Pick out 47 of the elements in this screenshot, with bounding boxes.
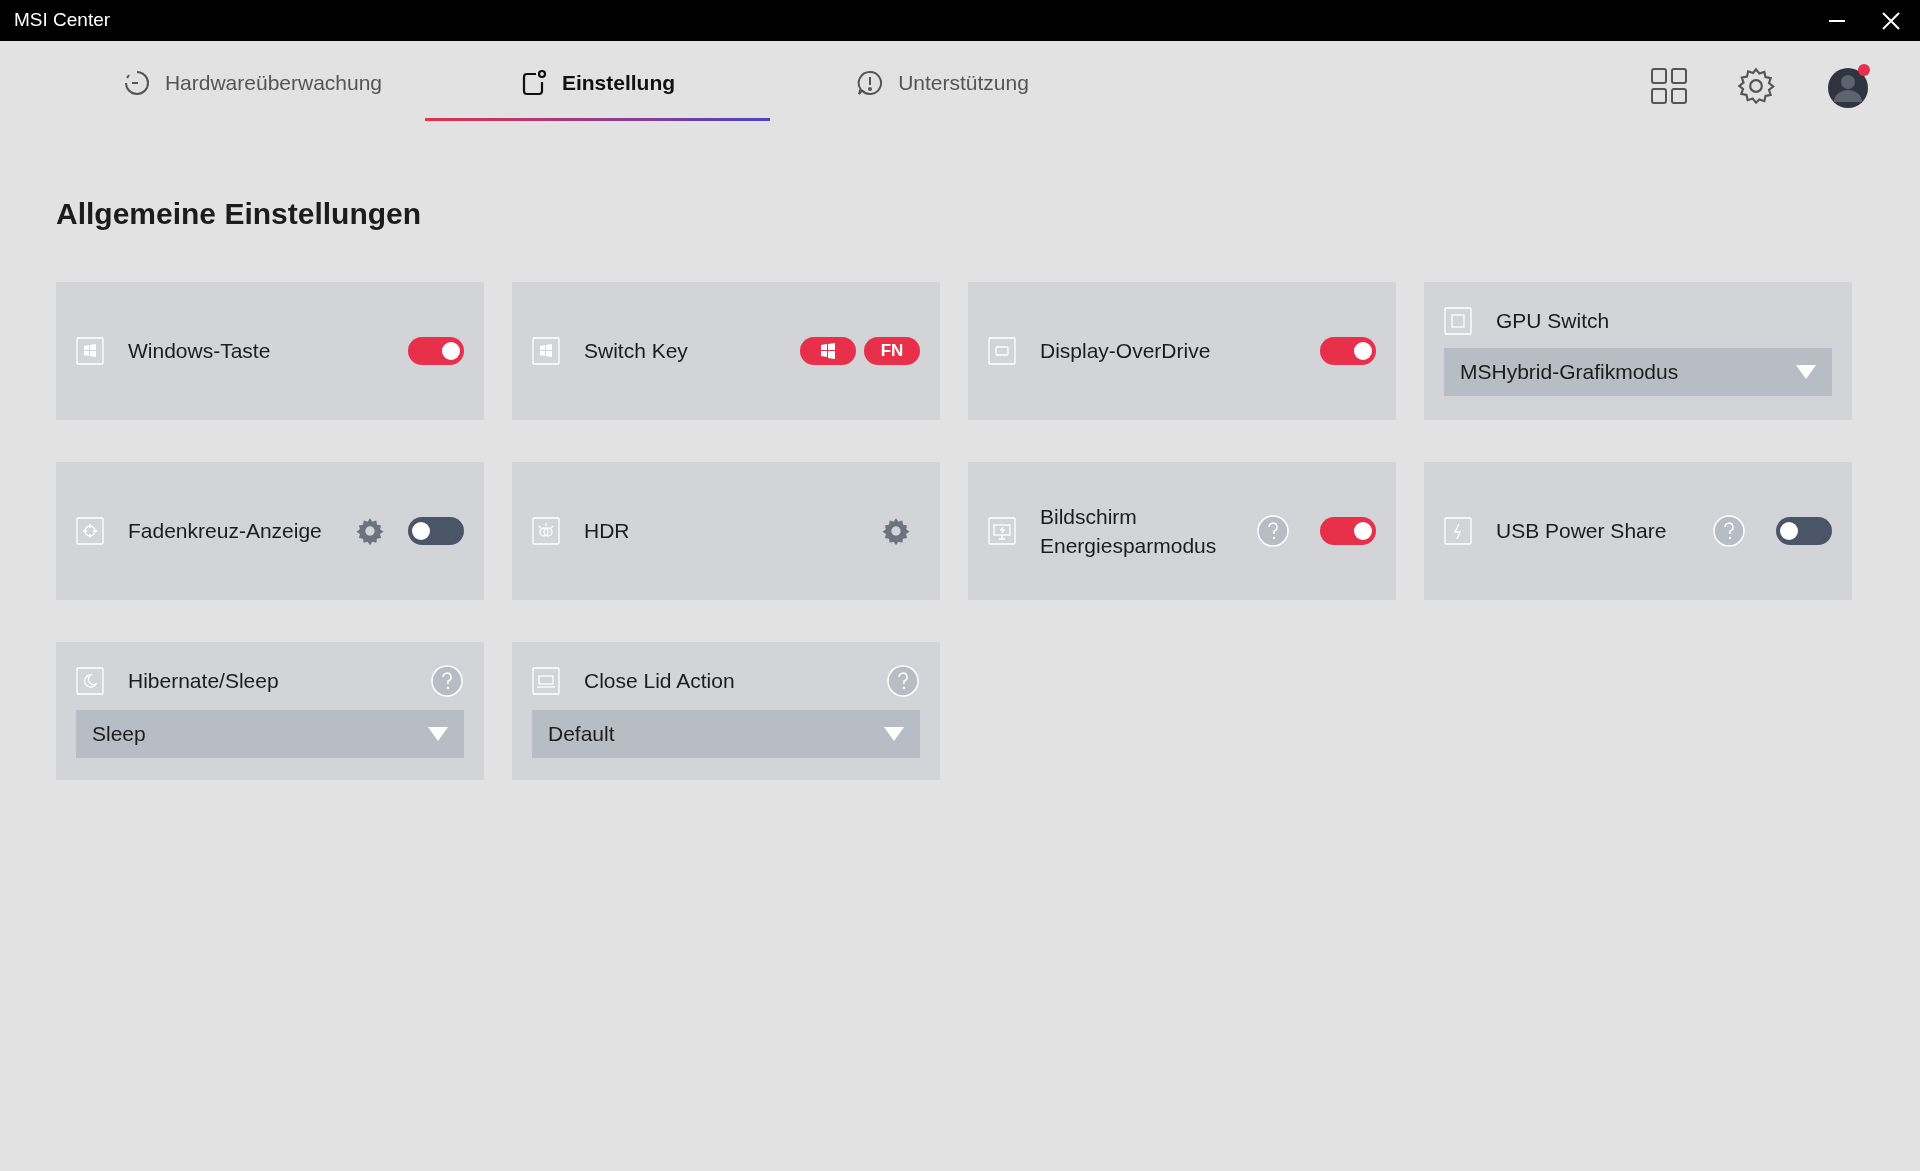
chip-icon [1444, 307, 1472, 335]
hdr-icon [532, 517, 560, 545]
fn-key-button[interactable]: FN [864, 337, 920, 365]
tab[interactable]: Unterstützung [770, 50, 1115, 122]
section-heading: Allgemeine Einstellungen [56, 196, 423, 232]
dropdown[interactable]: MSHybrid-Grafikmodus [1444, 347, 1832, 396]
window-title: MSI Center [14, 8, 111, 33]
grid-icon[interactable] [1650, 67, 1688, 105]
caret-icon [884, 727, 904, 741]
setting-label: Bildschirm Energiesparmodus [1040, 503, 1218, 559]
setting-label: Switch Key [584, 338, 688, 365]
tab[interactable]: Hardwareüberwachung [80, 50, 425, 122]
minimize-icon [1829, 20, 1845, 23]
tab[interactable]: Einstellung [425, 50, 770, 122]
setting-label: Hibernate/Sleep [128, 668, 279, 695]
monitor-icon [988, 517, 1016, 545]
toggle-switch[interactable] [408, 517, 464, 545]
window-logo-icon [76, 337, 104, 365]
lightning-icon [1444, 517, 1472, 545]
laptop-icon [532, 667, 560, 695]
setting-label: GPU Switch [1496, 308, 1610, 335]
setting-label: Close Lid Action [584, 668, 735, 695]
windows-key-button[interactable] [800, 337, 856, 365]
setting-label: Windows-Taste [128, 338, 271, 365]
setting-label: USB Power Share [1496, 518, 1667, 545]
dropdown[interactable]: Sleep [76, 710, 464, 758]
setting-label: Fadenkreuz-Anzeige [128, 518, 322, 545]
toggle-switch[interactable] [1776, 517, 1832, 545]
dropdown[interactable]: Default [532, 710, 920, 758]
caret-icon [1796, 364, 1816, 379]
toggle-switch[interactable] [1320, 337, 1376, 365]
settings-icon[interactable] [356, 517, 384, 545]
display-icon [988, 337, 1016, 365]
toggle-switch[interactable] [1320, 517, 1376, 545]
window-logo-icon [820, 343, 836, 359]
moon-icon [76, 667, 104, 695]
crosshair-icon [76, 517, 104, 545]
setting-label: Display-OverDrive [1040, 338, 1211, 365]
close-icon [1881, 11, 1901, 32]
window-logo-icon [532, 337, 560, 365]
toggle-switch[interactable] [408, 337, 464, 365]
clock-icon [122, 68, 151, 97]
settings-icon[interactable] [882, 517, 910, 545]
settings-icon[interactable] [1736, 66, 1776, 106]
chat-alert-icon [856, 68, 885, 97]
setting-label: HDR [584, 518, 630, 545]
caret-icon [428, 727, 448, 741]
